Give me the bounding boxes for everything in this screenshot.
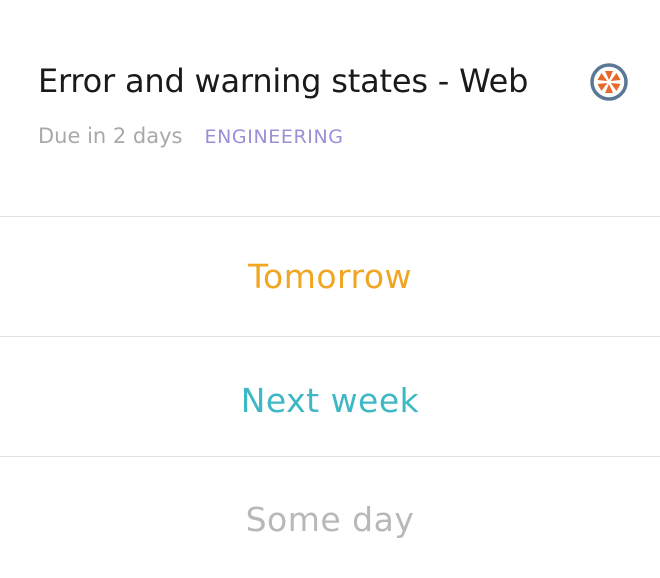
due-date-label: Due in 2 days: [38, 124, 183, 148]
snooze-some-day-label: Some day: [245, 499, 415, 539]
pinwheel-icon[interactable]: [589, 62, 629, 102]
task-title: Error and warning states - Web: [38, 62, 529, 100]
divider: [0, 336, 660, 337]
task-header: Error and warning states - Web Due in 2 …: [0, 0, 660, 216]
snooze-tomorrow-button[interactable]: Tomorrow: [0, 217, 660, 335]
task-meta: Due in 2 days ENGINEERING: [38, 124, 344, 148]
project-tag[interactable]: ENGINEERING: [205, 126, 344, 148]
snooze-next-week-button[interactable]: Next week: [0, 341, 660, 459]
snooze-tomorrow-label: Tomorrow: [247, 256, 413, 296]
divider: [0, 456, 660, 457]
snooze-next-week-label: Next week: [240, 380, 420, 420]
snooze-some-day-button[interactable]: Some day: [0, 460, 660, 578]
